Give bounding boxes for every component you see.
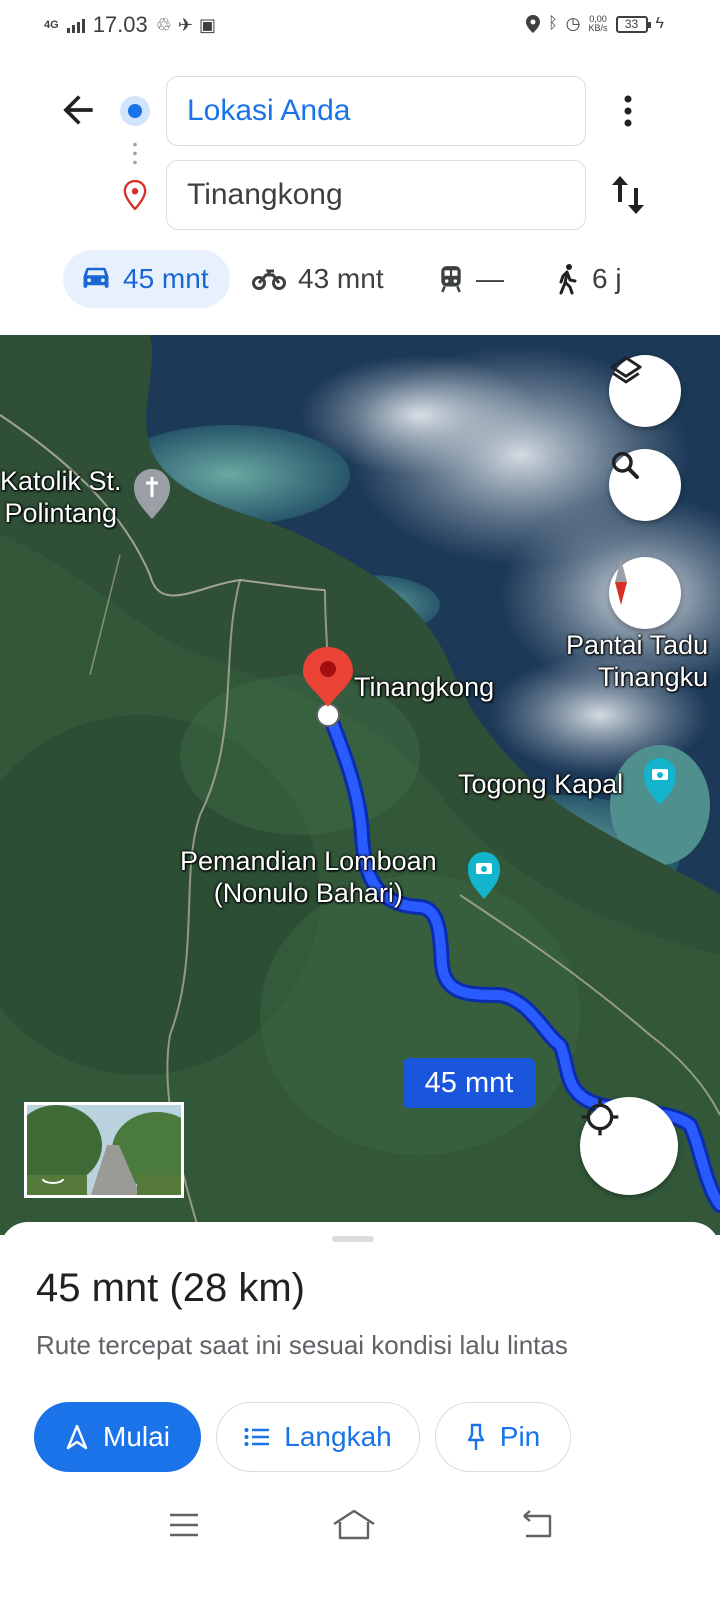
mode-tab-label: 45 mnt: [123, 263, 209, 294]
steps-button[interactable]: Langkah: [216, 1402, 420, 1472]
home-nav-icon[interactable]: [332, 1508, 376, 1540]
pin-button[interactable]: Pin: [435, 1402, 571, 1472]
poi-label-church[interactable]: Katolik St. Polintang: [0, 465, 122, 529]
location-status-icon: [526, 15, 541, 33]
notification-icons: ♲✈▣: [155, 14, 222, 35]
compass-icon: [615, 559, 627, 605]
poi-label-togong-kapal[interactable]: Togong Kapal: [458, 768, 623, 800]
destination-field[interactable]: Tinangkong: [166, 160, 586, 230]
mode-tab-drive[interactable]: 45 mnt: [63, 250, 230, 308]
net-speed: 0,00 KB/s: [588, 14, 608, 33]
my-location-button[interactable]: [580, 1097, 678, 1195]
mode-tab-label: 43 mnt: [298, 263, 384, 294]
poi-label-beach[interactable]: Pantai Tadu Tinangku: [566, 629, 708, 693]
search-icon: [611, 451, 639, 479]
route-description: Rute tercepat saat ini sesuai kondisi la…: [36, 1330, 568, 1360]
menu-nav-icon[interactable]: [168, 1512, 200, 1538]
origin-dot-icon: [120, 96, 150, 126]
status-bar: 4G 17.03 ♲✈▣ ᛒ ◷ 0,00 KB/s 33 ϟ: [0, 0, 720, 52]
route-connector: [133, 140, 137, 166]
arrow-back-icon: [63, 95, 93, 125]
back-button[interactable]: [56, 88, 100, 132]
list-icon: [244, 1428, 270, 1446]
start-button-label: Mulai: [103, 1421, 170, 1452]
street-view-thumbnail[interactable]: [24, 1102, 184, 1198]
destination-pin-icon: [122, 179, 148, 211]
satellite-map[interactable]: Katolik St. Polintang Tinangkong Pantai …: [0, 335, 720, 1235]
route-duration: 45 mnt: [36, 1266, 159, 1310]
more-vert-icon: [624, 95, 632, 127]
bluetooth-icon: ᛒ: [548, 15, 558, 32]
steps-button-label: Langkah: [284, 1421, 392, 1452]
swap-button[interactable]: [608, 172, 648, 218]
compass-button[interactable]: [609, 557, 681, 629]
mode-tab-label: —: [476, 263, 504, 294]
alarm-icon: ◷: [565, 14, 581, 33]
mode-tab-walk[interactable]: 6 j: [556, 250, 622, 308]
sheet-drag-handle[interactable]: [332, 1236, 374, 1242]
battery-icon: 33: [615, 15, 651, 33]
mode-tab-motorcycle[interactable]: 43 mnt: [252, 250, 384, 308]
transit-icon: [441, 266, 461, 293]
mode-tab-transit[interactable]: —: [438, 250, 504, 308]
poi-label-destination[interactable]: Tinangkong: [354, 671, 494, 703]
travel-mode-tabs: 45 mnt 43 mnt — 6 j: [0, 250, 720, 310]
layers-icon: [610, 356, 642, 384]
navigation-icon: [66, 1424, 88, 1450]
search-map-button[interactable]: [609, 449, 681, 521]
poi-label-pemandian[interactable]: Pemandian Lomboan (Nonulo Bahari): [180, 845, 437, 909]
signal-icon: [66, 17, 85, 33]
route-bottom-sheet: 45 mnt (28 km) Rute tercepat saat ini se…: [0, 1222, 720, 1600]
more-options-button[interactable]: [612, 90, 644, 132]
my-location-icon: [581, 1098, 619, 1136]
route-duration-chip[interactable]: 45 mnt: [403, 1058, 535, 1108]
swap-vert-icon: [612, 176, 644, 214]
network-type: 4G: [44, 19, 59, 31]
origin-field[interactable]: Lokasi Anda: [166, 76, 586, 146]
charging-icon: ϟ: [655, 15, 664, 32]
motorcycle-icon: [252, 269, 286, 290]
route-summary: 45 mnt (28 km): [36, 1266, 305, 1311]
start-button[interactable]: Mulai: [34, 1402, 201, 1472]
back-nav-icon[interactable]: [520, 1510, 554, 1540]
mode-tab-label: 6 j: [592, 263, 622, 294]
walk-icon: [559, 264, 577, 295]
status-time: 17.03: [92, 12, 148, 37]
layers-button[interactable]: [609, 355, 681, 427]
car-icon: [83, 267, 109, 288]
pin-icon: [467, 1423, 484, 1450]
system-nav-bar: [0, 1490, 720, 1564]
pin-button-label: Pin: [499, 1421, 541, 1452]
street-view-image: [27, 1105, 181, 1195]
route-distance: (28 km): [169, 1266, 305, 1310]
